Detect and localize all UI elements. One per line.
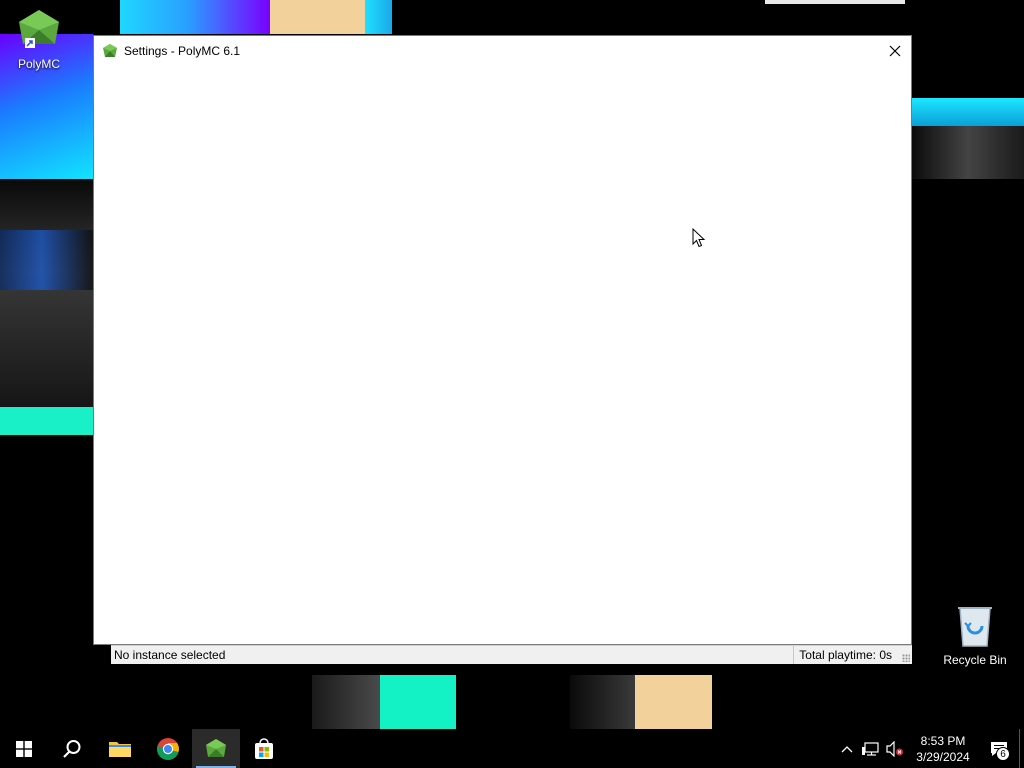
wallpaper-block [0,180,93,410]
wallpaper-block [765,0,905,4]
start-button[interactable] [0,729,48,768]
show-desktop-button[interactable] [1019,729,1024,768]
store-button[interactable] [240,729,288,768]
network-icon [862,741,879,756]
polymc-icon [103,43,117,57]
window-titlebar[interactable]: Settings - PolyMC 6.1 [94,36,911,65]
store-icon [255,737,273,759]
wallpaper-block [912,98,1024,126]
chrome-button[interactable] [144,729,192,768]
wallpaper-block [312,675,380,730]
clock-time: 8:53 PM [920,733,966,748]
wallpaper-block [570,675,635,730]
desktop-icon-label: PolyMC [17,57,60,71]
status-instance-text: No instance selected [114,648,226,662]
wallpaper-block [270,0,365,34]
wallpaper-block [365,0,392,34]
clock[interactable]: 8:53 PM 3/29/2024 [907,733,979,765]
clock-date: 3/29/2024 [916,749,970,764]
network-button[interactable] [859,729,883,768]
wallpaper-block [0,230,93,290]
windows-logo-icon [16,740,32,757]
volume-button[interactable] [883,729,907,768]
close-icon [889,45,901,56]
window-content [94,65,911,644]
action-center-button[interactable]: 6 [979,729,1019,768]
taskbar: 8:53 PM 3/29/2024 6 [0,729,1024,768]
notification-count-badge: 6 [996,747,1010,761]
wallpaper-block [380,675,456,730]
recycle-bin-icon [958,607,992,647]
chrome-icon [157,737,179,760]
desktop-icon-label: Recycle Bin [943,653,1007,667]
show-hidden-icons-button[interactable] [835,729,859,768]
wallpaper-block [912,126,1024,179]
settings-window: Settings - PolyMC 6.1 [93,35,912,645]
search-icon [63,739,81,758]
search-button[interactable] [48,729,96,768]
wallpaper-block [0,407,93,435]
close-button[interactable] [879,36,911,65]
wallpaper-block [635,675,712,730]
resize-grip[interactable] [902,654,910,662]
polymc-icon [206,738,226,757]
desktop-icon-polymc[interactable]: PolyMC [4,8,74,71]
polymc-taskbar-button[interactable] [192,729,240,768]
file-explorer-button[interactable] [96,729,144,768]
volume-muted-icon [886,740,903,757]
status-bar: No instance selected Total playtime: 0s [111,645,912,664]
chevron-up-icon [841,745,853,752]
wallpaper-block [120,0,270,34]
desktop-icon-recycle-bin[interactable]: Recycle Bin [940,602,1010,667]
system-tray: 8:53 PM 3/29/2024 6 [835,729,1024,768]
polymc-icon [19,10,59,48]
status-playtime-text: Total playtime: 0s [793,646,912,664]
folder-icon [109,741,131,757]
window-title: Settings - PolyMC 6.1 [124,43,241,58]
mouse-cursor-icon [692,228,706,248]
